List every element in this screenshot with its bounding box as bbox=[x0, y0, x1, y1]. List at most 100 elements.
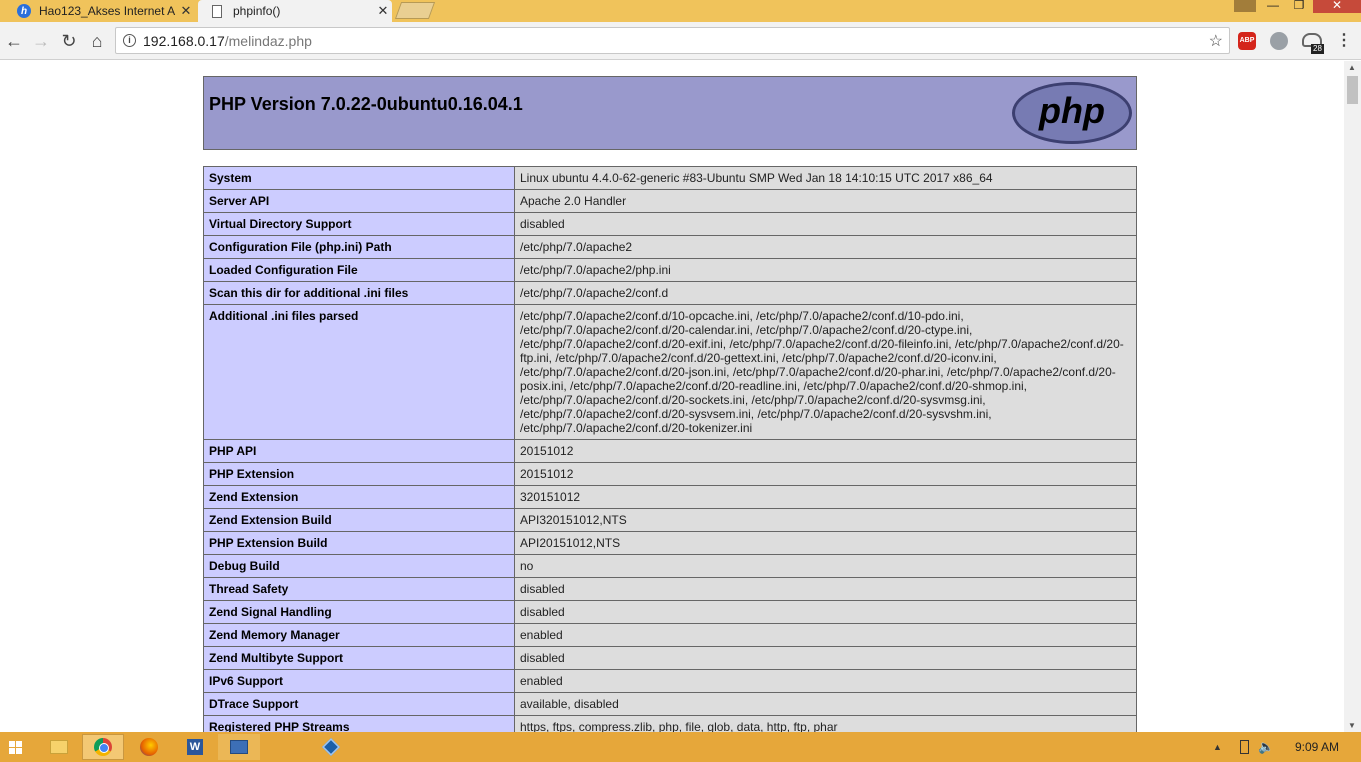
info-value: Apache 2.0 Handler bbox=[514, 189, 1137, 213]
restore-button[interactable]: ❐ bbox=[1288, 0, 1310, 12]
info-key: Registered PHP Streams bbox=[203, 715, 515, 732]
close-tab-icon[interactable]: ✕ bbox=[177, 3, 195, 19]
url-text[interactable]: 192.168.0.17/melindaz.php bbox=[143, 33, 312, 49]
scroll-down-icon[interactable]: ▼ bbox=[1348, 721, 1356, 730]
start-button[interactable] bbox=[0, 734, 30, 760]
tab-phpinfo[interactable]: phpinfo() ✕ bbox=[198, 0, 392, 22]
info-value: disabled bbox=[514, 577, 1137, 601]
info-value: /etc/php/7.0/apache2/php.ini bbox=[514, 258, 1137, 282]
files-icon bbox=[230, 740, 248, 754]
info-key: PHP Extension Build bbox=[203, 531, 515, 555]
info-key: PHP API bbox=[203, 439, 515, 463]
profile-icon[interactable] bbox=[1234, 0, 1256, 12]
info-value: enabled bbox=[514, 669, 1137, 693]
info-value: disabled bbox=[514, 600, 1137, 624]
word-icon: W bbox=[187, 739, 203, 755]
back-button[interactable]: ← bbox=[3, 30, 25, 52]
browser-tab-strip: h Hao123_Akses Internet A ✕ phpinfo() ✕ … bbox=[0, 0, 1361, 22]
table-row: Zend Multibyte Support disabled bbox=[203, 646, 1137, 670]
files-taskbar-button[interactable] bbox=[218, 734, 260, 760]
chrome-icon bbox=[94, 738, 112, 756]
info-key: Zend Signal Handling bbox=[203, 600, 515, 624]
info-value: API320151012,NTS bbox=[514, 508, 1137, 532]
table-row: Registered PHP Streams https, ftps, compr… bbox=[203, 715, 1137, 732]
tab-hao123[interactable]: h Hao123_Akses Internet A ✕ bbox=[5, 0, 195, 22]
reload-button[interactable]: ↻ bbox=[58, 30, 80, 52]
firefox-icon bbox=[140, 738, 158, 756]
scrollbar-thumb[interactable] bbox=[1347, 76, 1358, 104]
home-button[interactable]: ⌂ bbox=[86, 30, 108, 52]
table-row: PHP Extension 20151012 bbox=[203, 462, 1137, 486]
info-key: Zend Extension Build bbox=[203, 508, 515, 532]
table-row: Zend Extension 320151012 bbox=[203, 485, 1137, 509]
tab-title: Hao123_Akses Internet A bbox=[39, 4, 176, 18]
info-key: System bbox=[203, 166, 515, 190]
info-value: available, disabled bbox=[514, 692, 1137, 716]
tab-title: phpinfo() bbox=[233, 4, 281, 18]
info-icon[interactable]: i bbox=[123, 34, 136, 47]
info-value: Linux ubuntu 4.4.0-62-generic #83-Ubuntu… bbox=[514, 166, 1137, 190]
table-row: Zend Extension Build API320151012,NTS bbox=[203, 508, 1137, 532]
info-value: disabled bbox=[514, 212, 1137, 236]
info-key: Server API bbox=[203, 189, 515, 213]
file-explorer-taskbar-button[interactable] bbox=[38, 734, 80, 760]
browser-toolbar: ← → ↻ ⌂ i 192.168.0.17/melindaz.php ☆ AB… bbox=[0, 22, 1361, 60]
table-row: Thread Safety disabled bbox=[203, 577, 1137, 601]
taskbar-clock[interactable]: 9:09 AM bbox=[1295, 740, 1339, 754]
info-key: Additional .ini files parsed bbox=[203, 304, 515, 440]
table-row: Configuration File (php.ini) Path/etc/ph… bbox=[203, 235, 1137, 259]
minimize-button[interactable]: — bbox=[1262, 0, 1284, 12]
info-key: DTrace Support bbox=[203, 692, 515, 716]
info-key: Configuration File (php.ini) Path bbox=[203, 235, 515, 259]
info-value: disabled bbox=[514, 646, 1137, 670]
table-row: DTrace Support available, disabled bbox=[203, 692, 1137, 716]
windows-taskbar: W ▲ 🔈 9:09 AM bbox=[0, 732, 1361, 762]
info-key: Scan this dir for additional .ini files bbox=[203, 281, 515, 305]
word-taskbar-button[interactable]: W bbox=[174, 734, 216, 760]
bookmark-star-icon[interactable]: ☆ bbox=[1209, 31, 1223, 51]
adblock-plus-icon[interactable]: ABP bbox=[1238, 32, 1256, 50]
table-row: Zend Memory Manager enabled bbox=[203, 623, 1137, 647]
extension-icon[interactable] bbox=[1270, 32, 1288, 50]
table-row: Server API Apache 2.0 Handler bbox=[203, 189, 1137, 213]
chrome-menu-icon[interactable]: ⋮ bbox=[1336, 30, 1352, 50]
table-row: Scan this dir for additional .ini files /… bbox=[203, 281, 1137, 305]
info-value: no bbox=[514, 554, 1137, 578]
info-key: Thread Safety bbox=[203, 577, 515, 601]
address-bar[interactable]: i 192.168.0.17/melindaz.php ☆ bbox=[115, 27, 1230, 54]
table-row: PHP API 20151012 bbox=[203, 439, 1137, 463]
show-hidden-icons[interactable]: ▲ bbox=[1213, 742, 1222, 752]
virtualbox-taskbar-button[interactable] bbox=[310, 734, 352, 760]
forward-button[interactable]: → bbox=[30, 30, 52, 52]
table-row: Virtual Directory Support disabled bbox=[203, 212, 1137, 236]
info-key: Debug Build bbox=[203, 554, 515, 578]
firefox-taskbar-button[interactable] bbox=[128, 734, 170, 760]
table-row: Debug Build no bbox=[203, 554, 1137, 578]
new-tab-button[interactable] bbox=[394, 2, 436, 19]
url-host: 192.168.0.17 bbox=[143, 33, 225, 49]
scroll-up-icon[interactable]: ▲ bbox=[1348, 63, 1356, 72]
table-row: Loaded Configuration File/etc/php/7.0/ap… bbox=[203, 258, 1137, 282]
info-key: Zend Extension bbox=[203, 485, 515, 509]
info-value: enabled bbox=[514, 623, 1137, 647]
close-tab-icon[interactable]: ✕ bbox=[374, 3, 392, 19]
table-row: Additional .ini files parsed/etc/php/7.0… bbox=[203, 304, 1137, 440]
vertical-scrollbar[interactable]: ▲ ▼ bbox=[1344, 61, 1361, 732]
table-row: Zend Signal Handling disabled bbox=[203, 600, 1137, 624]
php-logo[interactable]: php bbox=[1011, 81, 1133, 145]
php-info-table: System Linux ubuntu 4.4.0-62-generic #83-… bbox=[203, 166, 1137, 732]
close-window-button[interactable]: ✕ bbox=[1313, 0, 1361, 13]
info-key: Loaded Configuration File bbox=[203, 258, 515, 282]
php-logo-text: php bbox=[1038, 90, 1105, 131]
chrome-taskbar-button[interactable] bbox=[82, 734, 124, 760]
php-version-header: PHP Version 7.0.22-0ubuntu0.16.04.1 php bbox=[203, 76, 1137, 150]
volume-icon[interactable]: 🔈 bbox=[1258, 739, 1274, 755]
windows-logo-icon bbox=[8, 740, 22, 754]
info-key: Virtual Directory Support bbox=[203, 212, 515, 236]
info-value: 320151012 bbox=[514, 485, 1137, 509]
url-path: /melindaz.php bbox=[224, 33, 312, 49]
battery-icon[interactable] bbox=[1240, 740, 1249, 754]
table-row: IPv6 Support enabled bbox=[203, 669, 1137, 693]
info-key: IPv6 Support bbox=[203, 669, 515, 693]
virtualbox-icon bbox=[321, 737, 341, 757]
